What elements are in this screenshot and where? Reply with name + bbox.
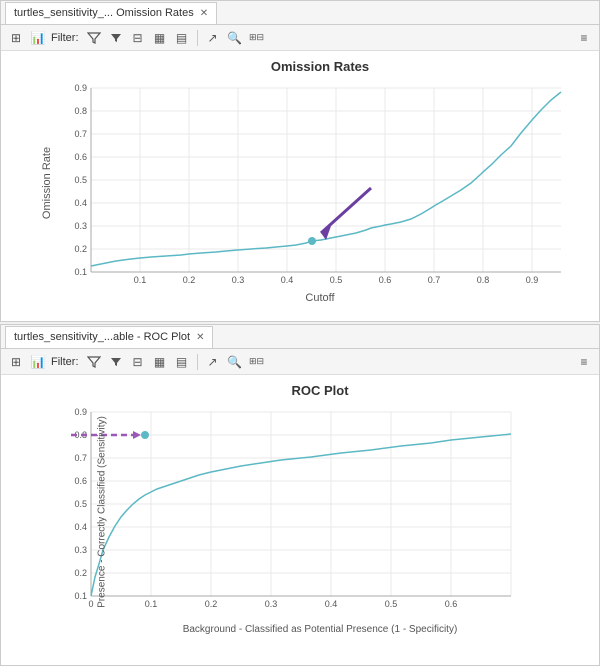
svg-text:0.4: 0.4 [74,522,87,532]
tab-omission-rates[interactable]: turtles_sensitivity_... Omission Rates ✕ [5,2,217,24]
roc-plot-title: ROC Plot [51,383,589,398]
table-icon[interactable]: ⊞ [7,29,25,47]
col-icon-2[interactable]: ▦ [151,353,169,371]
svg-text:0.2: 0.2 [74,244,87,254]
close-tab-1-button[interactable]: ✕ [200,8,208,19]
svg-text:0.1: 0.1 [74,591,87,601]
toolbar-1: ⊞ 📊 Filter: ⊟ ▦ ▤ ↗ 🔍 ⊞⊟ ≡ [1,25,599,51]
roc-plot-chart-container: ROC Plot Presence - Correctly Classified… [1,375,599,665]
svg-text:0.5: 0.5 [74,499,87,509]
omission-rates-x-label: Cutoff [51,292,589,304]
chart-icon-2[interactable]: 📊 [29,353,47,371]
svg-text:0.6: 0.6 [74,476,87,486]
tab-bar-1: turtles_sensitivity_... Omission Rates ✕ [1,1,599,25]
export-icon-2[interactable]: ↗ [204,353,222,371]
roc-plot-y-label: Presence - Correctly Classified (Sensiti… [96,416,107,608]
svg-text:0.5: 0.5 [330,275,343,285]
svg-text:0: 0 [88,599,93,609]
filter-icon-1[interactable] [85,29,103,47]
svg-text:0.9: 0.9 [526,275,539,285]
omission-rates-chart-area: Omission Rate [51,78,589,288]
svg-text:0.3: 0.3 [232,275,245,285]
zoom-in-icon-1[interactable]: 🔍 [226,29,244,47]
svg-text:0.2: 0.2 [74,568,87,578]
omission-rates-panel: turtles_sensitivity_... Omission Rates ✕… [0,0,600,322]
svg-text:0.2: 0.2 [183,275,196,285]
close-tab-2-button[interactable]: ✕ [196,332,204,343]
svg-text:0.7: 0.7 [74,453,87,463]
scale-icon-2[interactable]: ⊞⊟ [248,353,266,371]
sep-1 [197,30,198,46]
svg-text:0.1: 0.1 [145,599,158,609]
roc-plot-panel: turtles_sensitivity_...able - ROC Plot ✕… [0,324,600,666]
menu-icon-2[interactable]: ≡ [575,353,593,371]
svg-text:0.1: 0.1 [74,267,87,277]
svg-text:0.6: 0.6 [445,599,458,609]
funnel-icon-2[interactable] [107,353,125,371]
omission-highlight-dot [308,237,316,245]
filter-label-2: Filter: [51,356,79,368]
svg-text:0.6: 0.6 [74,152,87,162]
svg-text:0.4: 0.4 [325,599,338,609]
omission-rates-svg: 0.9 0.8 0.7 0.6 0.5 0.4 0.3 0.2 0.1 0.1 … [51,78,571,288]
svg-text:0.8: 0.8 [74,106,87,116]
svg-text:0.7: 0.7 [74,129,87,139]
svg-text:0.5: 0.5 [385,599,398,609]
scale-icon-1[interactable]: ⊞⊟ [248,29,266,47]
row-icon-2[interactable]: ▤ [173,353,191,371]
svg-text:0.9: 0.9 [74,407,87,417]
svg-text:0.3: 0.3 [265,599,278,609]
toolbar-2: ⊞ 📊 Filter: ⊟ ▦ ▤ ↗ 🔍 ⊞⊟ ≡ [1,349,599,375]
table-icon-2[interactable]: ⊞ [7,353,25,371]
omission-rates-chart-container: Omission Rates Omission Rate [1,51,599,321]
tab-label-1: turtles_sensitivity_... Omission Rates [14,7,194,19]
svg-text:0.5: 0.5 [74,175,87,185]
tab-bar-2: turtles_sensitivity_...able - ROC Plot ✕ [1,325,599,349]
roc-plot-chart-area: Presence - Correctly Classified (Sensiti… [51,402,589,622]
chart-icon[interactable]: 📊 [29,29,47,47]
filter-icon-2[interactable] [85,353,103,371]
zoom-in-icon-2[interactable]: 🔍 [226,353,244,371]
svg-text:0.9: 0.9 [74,83,87,93]
roc-plot-svg: 0.9 0.8 0.7 0.6 0.5 0.4 0.3 0.2 0.1 0 0.… [51,402,571,622]
svg-text:0.3: 0.3 [74,545,87,555]
svg-text:0.1: 0.1 [134,275,147,285]
svg-text:0.8: 0.8 [477,275,490,285]
svg-text:0.2: 0.2 [205,599,218,609]
svg-text:0.3: 0.3 [74,221,87,231]
omission-rates-y-label: Omission Rate [41,147,53,219]
roc-arrow-head [133,431,141,439]
funnel-icon-1[interactable] [107,29,125,47]
menu-icon-1[interactable]: ≡ [575,29,593,47]
sep-2 [197,354,198,370]
svg-text:0.7: 0.7 [428,275,441,285]
svg-text:0.4: 0.4 [74,198,87,208]
row-icon-1[interactable]: ▤ [173,29,191,47]
omission-rates-title: Omission Rates [51,59,589,74]
svg-text:0.6: 0.6 [379,275,392,285]
filter-label-1: Filter: [51,32,79,44]
col-icon-1[interactable]: ▦ [151,29,169,47]
tab-roc-plot[interactable]: turtles_sensitivity_...able - ROC Plot ✕ [5,326,213,348]
svg-text:0.4: 0.4 [281,275,294,285]
roc-highlight-dot [141,431,149,439]
tab-label-2: turtles_sensitivity_...able - ROC Plot [14,331,190,343]
grid-icon-2[interactable]: ⊟ [129,353,147,371]
export-icon-1[interactable]: ↗ [204,29,222,47]
grid-icon-1[interactable]: ⊟ [129,29,147,47]
